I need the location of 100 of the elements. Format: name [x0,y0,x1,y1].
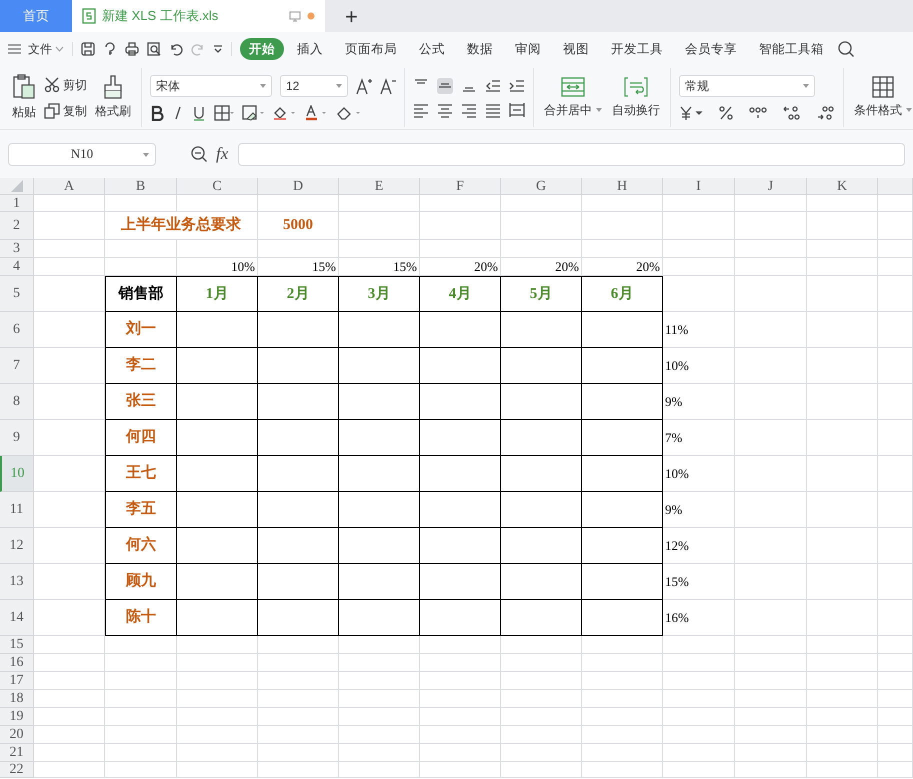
ribbon-tab[interactable]: 开发工具 [602,38,672,60]
increase-indent-icon[interactable] [509,78,525,94]
sheet-cell[interactable]: 4月 [420,276,501,312]
sheet-cell[interactable] [258,312,339,348]
ribbon-tab[interactable]: 页面布局 [336,38,406,60]
sheet-cell[interactable]: 5月 [501,276,582,312]
sheet-cell[interactable] [339,600,420,636]
sheet-cell[interactable] [177,456,258,492]
format-painter-button[interactable]: 格式刷 [93,75,133,120]
bold-icon[interactable] [150,104,164,120]
sheet-cell[interactable]: 12% [663,528,735,564]
column-header[interactable]: G [501,178,582,195]
sheet-cell[interactable]: 15% [663,564,735,600]
sheet-cell[interactable] [258,348,339,384]
column-header[interactable]: A [34,178,105,195]
column-header[interactable]: I [663,178,735,195]
sheet-cell[interactable] [420,492,501,528]
column-header[interactable]: D [258,178,339,195]
row-header[interactable]: 22 [0,762,34,778]
number-format-dropdown[interactable]: 常规 [679,74,815,96]
sheet-cell[interactable]: 李五 [105,492,177,528]
align-left-icon[interactable] [413,102,429,118]
sheet-cell[interactable] [258,384,339,420]
row-header[interactable]: 13 [0,564,34,600]
sheet-cell[interactable]: 顾九 [105,564,177,600]
sheet-cell[interactable] [501,564,582,600]
sheet-cell[interactable] [501,456,582,492]
row-header[interactable]: 16 [0,654,34,672]
sheet-cell[interactable] [177,384,258,420]
align-middle-icon[interactable] [437,78,453,94]
preview-icon[interactable] [147,42,161,56]
percent-icon[interactable] [719,104,733,120]
justify-icon[interactable] [485,102,501,118]
ribbon-tab[interactable]: 视图 [554,38,598,60]
increase-decimal-icon[interactable] [783,104,801,120]
thousands-icon[interactable] [749,104,767,120]
sheet-cell[interactable] [177,600,258,636]
sheet-cell[interactable] [258,564,339,600]
sheet-cell[interactable]: 15% [258,258,339,276]
sheet-cell[interactable]: 15% [339,258,420,276]
sheet-cell[interactable] [420,564,501,600]
sheet-cell[interactable] [339,384,420,420]
cut-button[interactable]: 剪切 [44,76,87,94]
zoom-out-icon[interactable] [190,145,208,163]
function-button[interactable]: fx [216,141,228,167]
undo-icon[interactable] [169,42,183,56]
sheet-cell[interactable] [177,312,258,348]
ribbon-tab[interactable]: 审阅 [506,38,550,60]
decrease-font-icon[interactable] [380,76,396,94]
row-header[interactable]: 4 [0,258,34,276]
sheet-cell[interactable]: 7% [663,420,735,456]
sheet-cell[interactable]: 张三 [105,384,177,420]
sheet-cell[interactable] [582,600,663,636]
font-color-icon[interactable] [304,104,328,120]
sheet-cell[interactable]: 2月 [258,276,339,312]
sheet-cell[interactable] [258,420,339,456]
sheet-cell[interactable] [177,420,258,456]
sheet-cell[interactable] [177,348,258,384]
sheet-cell[interactable] [258,492,339,528]
row-header[interactable]: 8 [0,384,34,420]
formula-input[interactable] [238,142,905,166]
sheet-cell[interactable] [501,528,582,564]
sheet-cell[interactable] [420,348,501,384]
row-header[interactable]: 9 [0,420,34,456]
sheet-cell[interactable]: 1月 [177,276,258,312]
sheet-cell[interactable]: 何六 [105,528,177,564]
row-header[interactable]: 2 [0,212,34,240]
column-header[interactable]: F [420,178,501,195]
sheet-cell[interactable]: 6月 [582,276,663,312]
border-icon[interactable] [214,104,234,120]
sheet-cell[interactable]: 王七 [105,456,177,492]
row-header[interactable]: 19 [0,708,34,726]
sheet-cell[interactable] [420,312,501,348]
sheet-cell[interactable] [177,492,258,528]
row-header[interactable]: 20 [0,726,34,744]
sheet-cell[interactable]: 10% [663,456,735,492]
new-tab-button[interactable]: + [345,0,358,32]
row-header[interactable]: 15 [0,636,34,654]
sheet-cell[interactable] [420,420,501,456]
row-header[interactable]: 7 [0,348,34,384]
wrap-text-button[interactable]: 自动换行 [610,76,662,119]
sheet-cell[interactable] [339,528,420,564]
column-header[interactable]: K [807,178,878,195]
sheet-cell[interactable] [420,384,501,420]
sheet-cell[interactable] [420,456,501,492]
row-header[interactable]: 18 [0,690,34,708]
eraser-icon[interactable] [336,104,362,120]
sheet-cell[interactable] [339,564,420,600]
sheet-cell[interactable] [501,600,582,636]
home-tab[interactable]: 首页 [0,0,72,32]
paste-button[interactable]: 粘贴 [10,74,38,121]
row-header[interactable]: 12 [0,528,34,564]
file-menu[interactable]: 文件 [8,40,64,58]
column-header[interactable]: C [177,178,258,195]
fill-color-icon[interactable] [272,104,296,120]
column-header[interactable]: J [735,178,807,195]
sheet-cell[interactable] [258,528,339,564]
sheet-cell[interactable]: 16% [663,600,735,636]
sheet-cell[interactable]: 李二 [105,348,177,384]
decrease-indent-icon[interactable] [485,78,501,94]
